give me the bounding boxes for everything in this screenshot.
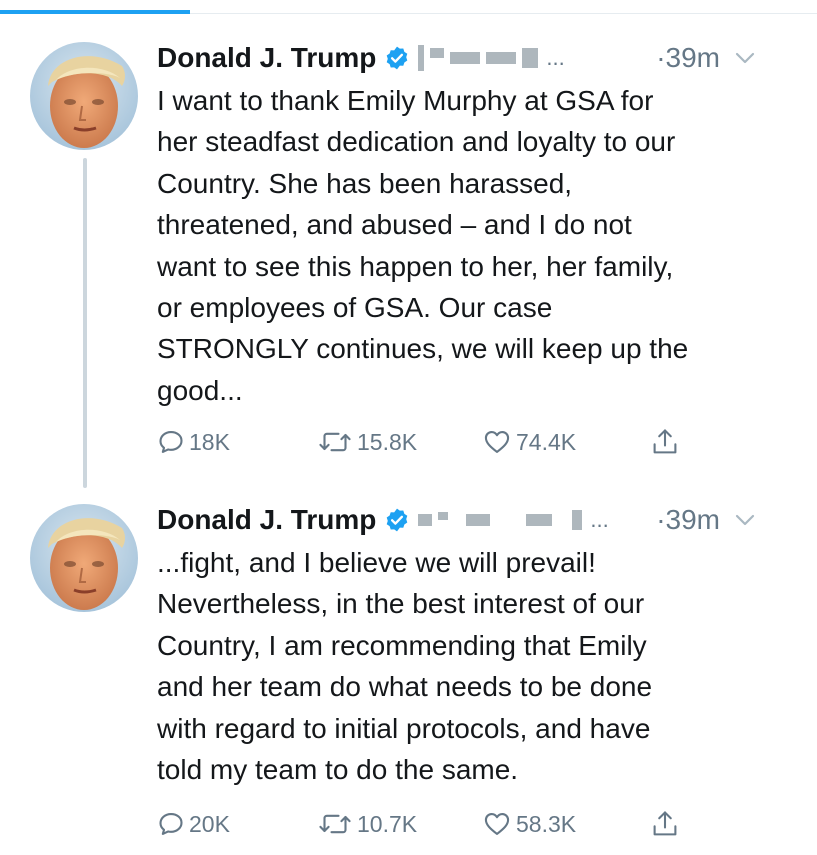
share-icon (653, 811, 677, 836)
blurred-handle: ... (418, 507, 609, 533)
blur-block (522, 48, 539, 68)
chevron-down-icon[interactable] (733, 46, 757, 70)
retweet-count: 10.7K (357, 810, 418, 837)
tweet-header: Donald J. Trump ... ·39m (157, 498, 797, 542)
handle-ellipsis: ... (546, 45, 565, 70)
blur-block (430, 48, 445, 58)
like-count: 58.3K (516, 810, 577, 837)
retweet-icon (319, 814, 351, 834)
reply-button[interactable]: 18K (157, 422, 230, 462)
share-button[interactable] (651, 804, 679, 844)
retweet-icon (319, 432, 351, 452)
tweet-actions: 20K 10.7K 58.3K (157, 804, 797, 844)
retweet-button[interactable]: 10.7K (317, 804, 417, 844)
reply-icon (159, 431, 183, 453)
reply-button[interactable]: 20K (157, 804, 230, 844)
blur-block (486, 52, 517, 64)
blur-block (418, 514, 433, 526)
retweet-button[interactable]: 15.8K (317, 422, 417, 462)
reply-count: 18K (189, 428, 230, 455)
blur-block (438, 512, 449, 520)
verified-badge-icon (384, 507, 410, 533)
blur-block (466, 514, 491, 526)
avatar[interactable] (30, 42, 138, 150)
handle-ellipsis: ... (590, 507, 609, 532)
tweet-body: I want to thank Emily Murphy at GSA for … (157, 85, 689, 406)
reply-count: 20K (189, 810, 230, 837)
share-button[interactable] (651, 422, 679, 462)
blur-block (526, 514, 553, 526)
active-tab-indicator (0, 10, 190, 14)
retweet-count: 15.8K (357, 428, 418, 455)
like-count: 74.4K (516, 428, 577, 455)
thread-connector-line (83, 158, 87, 488)
avatar[interactable] (30, 504, 138, 612)
blur-block (450, 52, 481, 64)
tweet-header: Donald J. Trump ... ·39m (157, 36, 797, 80)
blur-block (572, 510, 583, 530)
timestamp[interactable]: ·39m (656, 504, 720, 536)
blur-block (418, 45, 425, 71)
tweet-body: ...fight, and I believe we will prevail!… (157, 547, 653, 786)
blurred-handle: ... (418, 45, 565, 71)
author-name[interactable]: Donald J. Trump (157, 504, 376, 536)
like-button[interactable]: 58.3K (482, 804, 576, 844)
like-button[interactable]: 74.4K (482, 422, 576, 462)
share-icon (653, 429, 677, 454)
tweet-actions: 18K 15.8K 74.4K (157, 422, 797, 462)
timestamp[interactable]: ·39m (656, 42, 720, 74)
author-name[interactable]: Donald J. Trump (157, 42, 376, 74)
heart-icon (484, 813, 510, 835)
reply-icon (159, 813, 183, 835)
verified-badge-icon (384, 45, 410, 71)
chevron-down-icon[interactable] (733, 508, 757, 532)
heart-icon (484, 431, 510, 453)
